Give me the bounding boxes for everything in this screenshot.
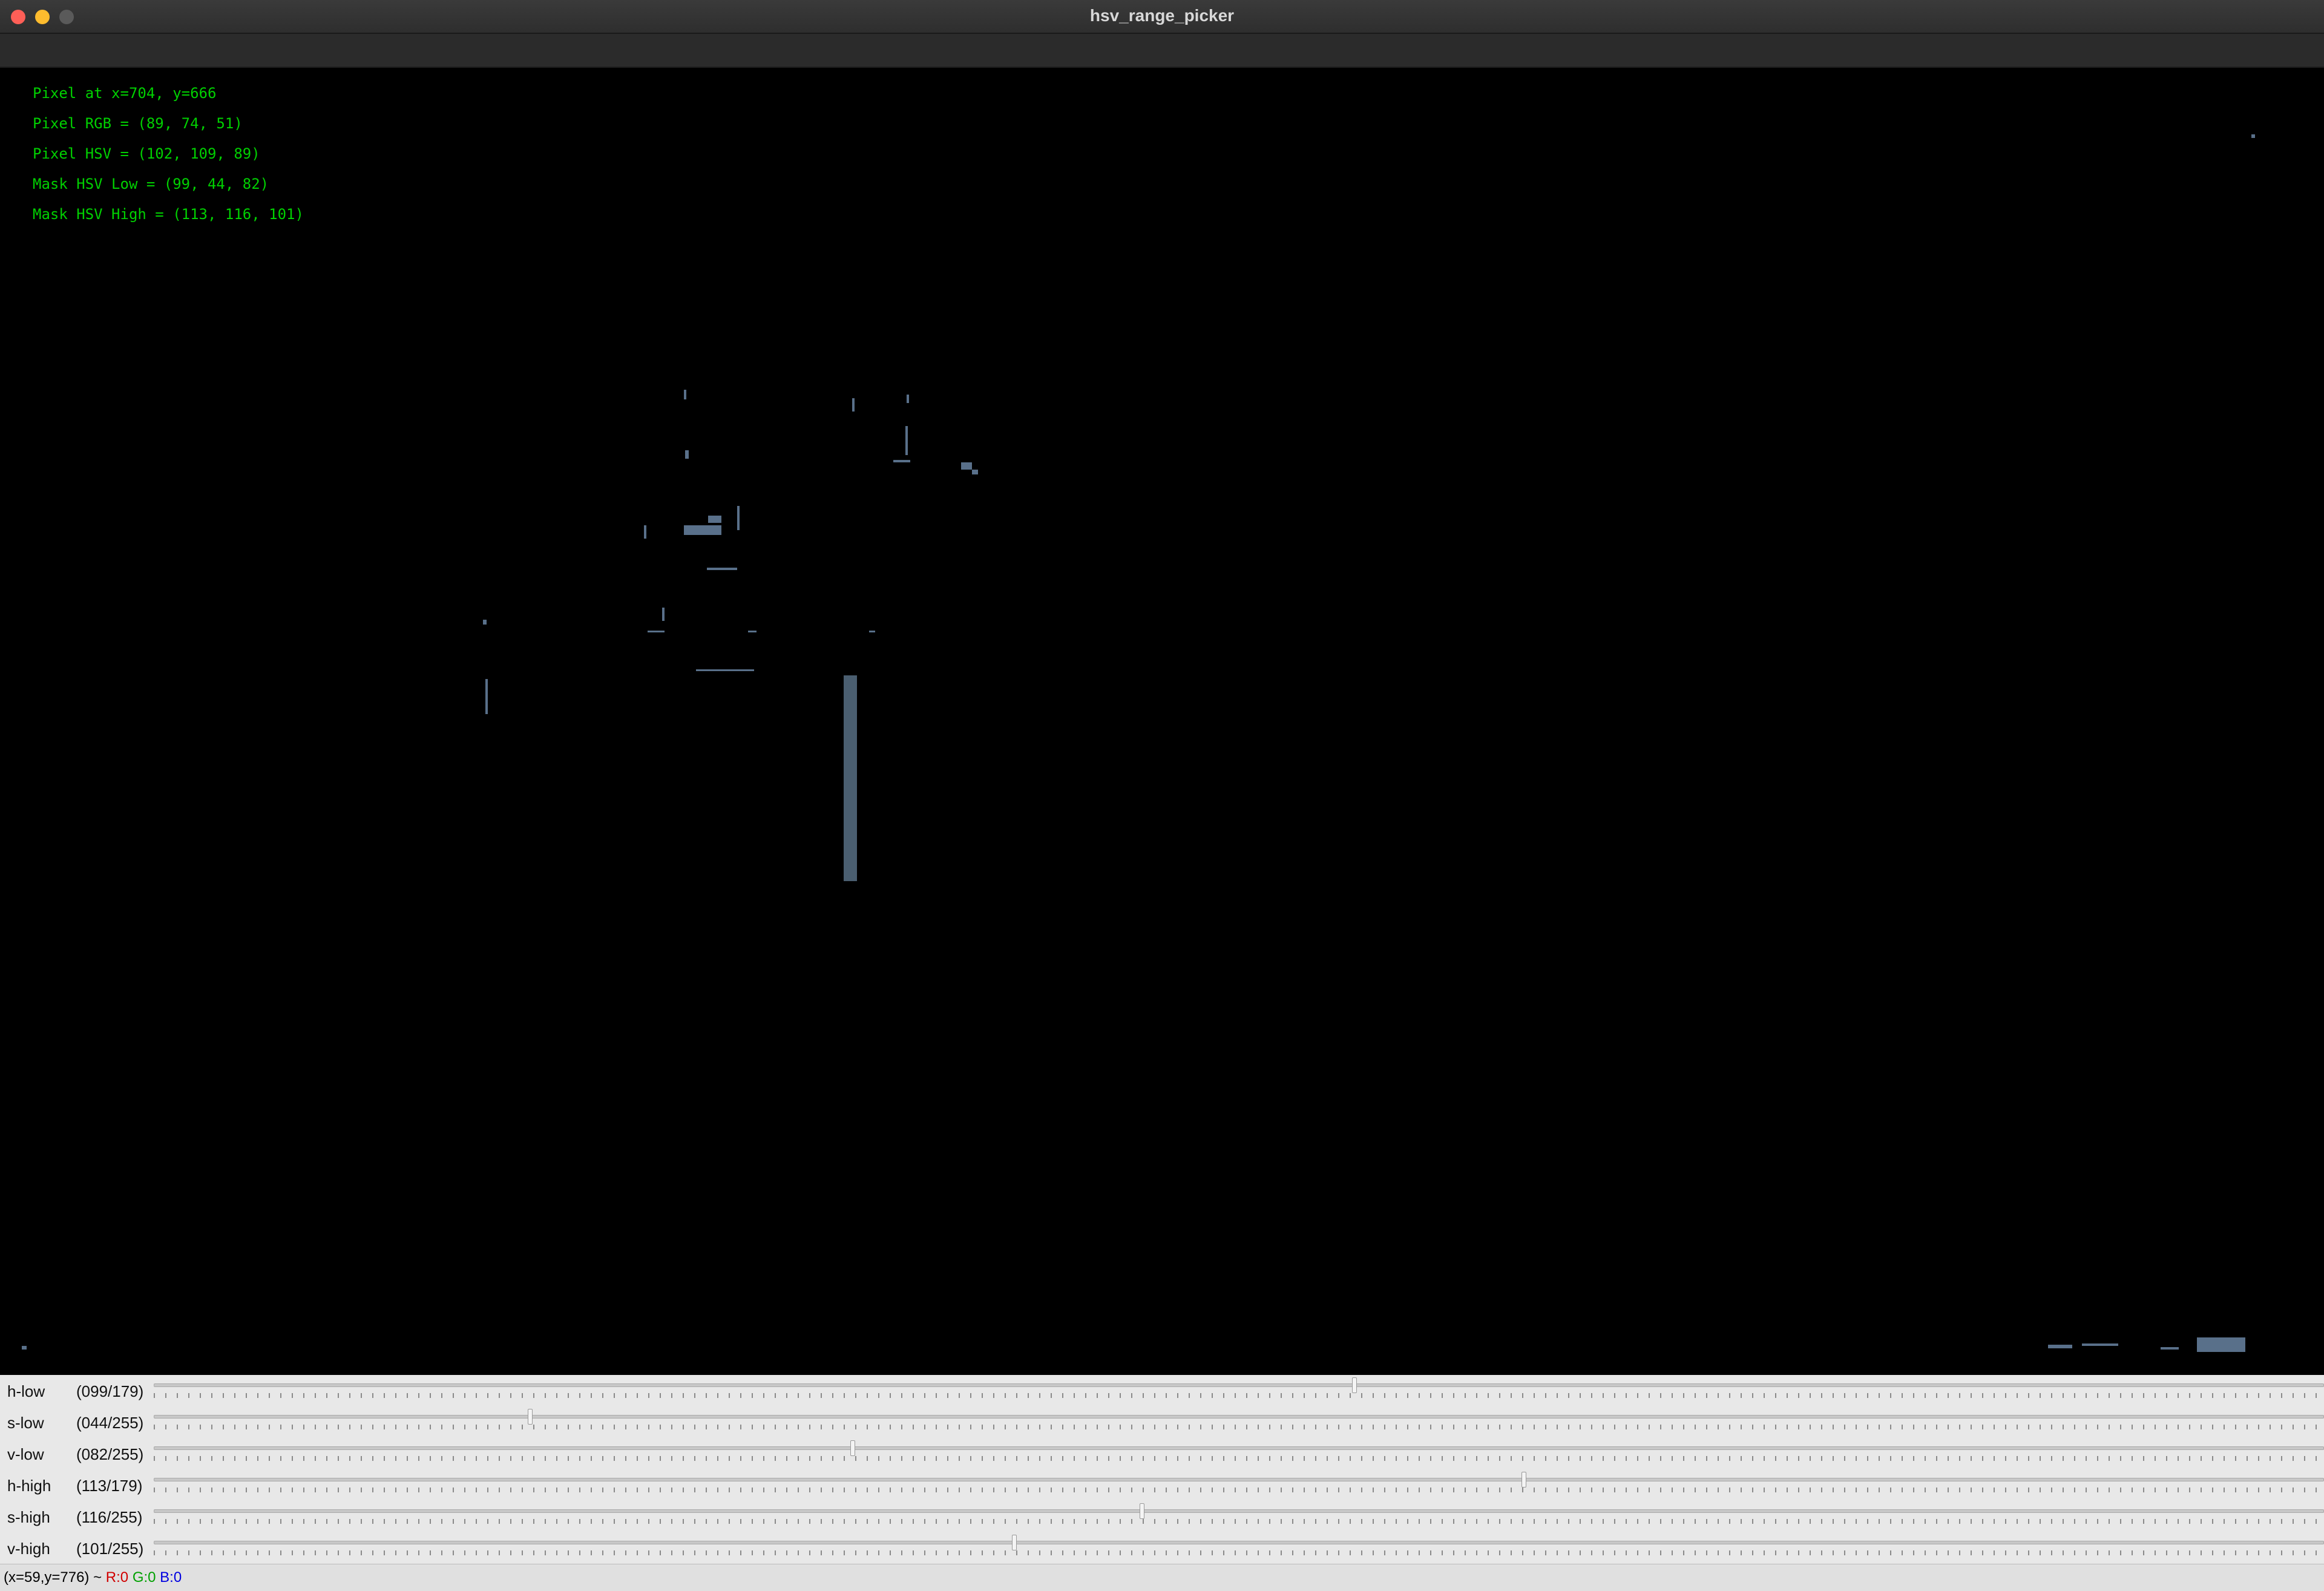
cursor-coords: (x=59,y=776) ~	[4, 1569, 102, 1586]
trackbar-value: (116/255)	[76, 1508, 143, 1526]
trackbar-v-low[interactable]: v-low (082/255)	[0, 1438, 2324, 1469]
trackbar-label: v-low	[7, 1445, 44, 1463]
trackbar-thumb[interactable]	[527, 1409, 533, 1425]
trackbar-h-low[interactable]: h-low (099/179)	[0, 1375, 2324, 1406]
trackbar-thumb[interactable]	[1139, 1503, 1144, 1519]
mask-hsv-low-text: Mask HSV Low = (99, 44, 82)	[33, 176, 269, 192]
trackbar-label: s-low	[7, 1414, 44, 1432]
trackbar-label: s-high	[7, 1508, 50, 1526]
trackbar-value: (082/255)	[76, 1445, 144, 1463]
trackbar-track[interactable]	[154, 1415, 2324, 1419]
trackbar-value: (113/179)	[76, 1477, 143, 1495]
trackbar-s-low[interactable]: s-low (044/255)	[0, 1406, 2324, 1438]
pixel-position-text: Pixel at x=704, y=666	[33, 85, 217, 102]
trackbar-thumb[interactable]	[850, 1440, 856, 1456]
status-text: (x=59,y=776) ~ R:0 G:0 B:0	[4, 1569, 182, 1586]
window-title: hsv_range_picker	[1089, 6, 1235, 25]
trackbar-value: (044/255)	[76, 1414, 144, 1432]
image-viewport[interactable]: Pixel at x=704, y=666 Pixel RGB = (89, 7…	[0, 68, 2324, 1375]
red-value: R:0	[105, 1569, 129, 1586]
trackbar-panel: h-low (099/179) s-low (044/255) v-low (0…	[0, 1375, 2324, 1564]
trackbar-ticks	[154, 1488, 2324, 1492]
trackbar-label: h-low	[7, 1382, 45, 1400]
trackbar-v-high[interactable]: v-high (101/255)	[0, 1532, 2324, 1564]
trackbar-h-high[interactable]: h-high (113/179)	[0, 1469, 2324, 1501]
app-window: hsv_range_picker Pixel at x=704, y=666 P…	[0, 0, 2324, 1591]
trackbar-track[interactable]	[154, 1509, 2324, 1513]
trackbar-track[interactable]	[154, 1446, 2324, 1450]
blue-value: B:0	[160, 1569, 182, 1586]
trackbar-value: (099/179)	[76, 1382, 144, 1400]
trackbar-ticks	[154, 1519, 2324, 1524]
status-bar: (x=59,y=776) ~ R:0 G:0 B:0	[0, 1564, 2324, 1591]
trackbar-ticks	[154, 1550, 2324, 1555]
trackbar-value: (101/255)	[76, 1540, 144, 1558]
trackbar-track[interactable]	[154, 1541, 2324, 1544]
green-value: G:0	[132, 1569, 156, 1586]
trackbar-thumb[interactable]	[1011, 1535, 1017, 1550]
trackbar-track[interactable]	[154, 1478, 2324, 1481]
trackbar-s-high[interactable]: s-high (116/255)	[0, 1501, 2324, 1532]
mask-hsv-high-text: Mask HSV High = (113, 116, 101)	[33, 206, 304, 223]
trackbar-ticks	[154, 1425, 2324, 1429]
trackbar-label: h-high	[7, 1477, 51, 1495]
trackbar-thumb[interactable]	[1352, 1377, 1357, 1393]
pixel-rgb-text: Pixel RGB = (89, 74, 51)	[33, 115, 243, 132]
trackbar-ticks	[154, 1393, 2324, 1398]
trackbar-track[interactable]	[154, 1383, 2324, 1387]
pixel-hsv-text: Pixel HSV = (102, 109, 89)	[33, 145, 260, 162]
trackbar-thumb[interactable]	[1521, 1472, 1526, 1488]
trackbar-ticks	[154, 1456, 2324, 1461]
title-bar[interactable]: hsv_range_picker	[0, 0, 2324, 34]
trackbar-label: v-high	[7, 1540, 50, 1558]
toolbar	[0, 34, 2324, 68]
